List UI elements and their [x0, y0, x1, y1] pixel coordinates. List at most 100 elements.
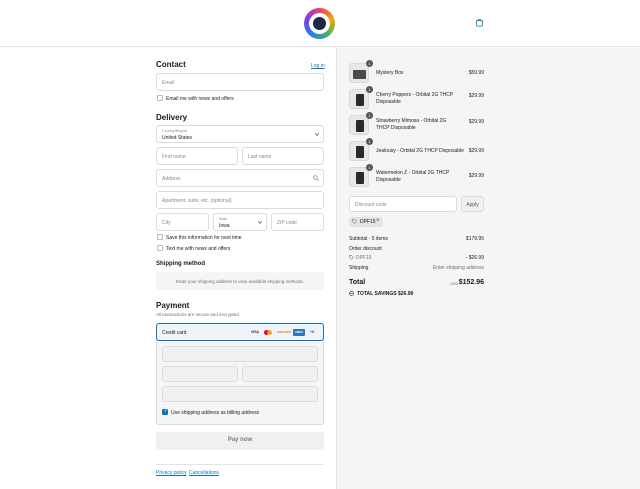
pay-now-button[interactable]: Pay now — [156, 432, 324, 450]
billing-checkbox[interactable]: ✓ — [162, 408, 169, 415]
savings-tag-icon — [349, 291, 354, 296]
zip-field[interactable]: ZIP code — [271, 213, 324, 231]
discount-code-field[interactable]: Discount code — [349, 196, 457, 212]
save-info-checkbox[interactable] — [157, 234, 163, 240]
total-value: $152.96 — [458, 279, 484, 286]
checkmark-icon: ✓ — [163, 408, 169, 414]
text-offers-checkbox[interactable] — [157, 245, 163, 251]
subtotal-label: Subtotal · 5 items — [349, 236, 388, 242]
remove-discount-icon[interactable]: × — [376, 218, 380, 224]
apply-label: Apply — [466, 202, 479, 208]
visa-icon: VISA — [250, 330, 260, 334]
name-on-card-field[interactable] — [162, 386, 318, 402]
quantity-badge: 1 — [366, 138, 373, 145]
security-code-field[interactable] — [242, 366, 318, 382]
privacy-policy-link[interactable]: Privacy policy — [156, 470, 187, 476]
city-placeholder: City — [162, 220, 171, 226]
expiration-field[interactable] — [162, 366, 238, 382]
amex-icon: AMEX — [293, 329, 305, 336]
product-thumbnail — [349, 115, 369, 135]
item-name: Strawberry Mimosa - Orbital 2G THCP Disp… — [376, 118, 447, 131]
discount-value: - $26.99 — [465, 255, 484, 261]
chip-code: DPF15 — [360, 219, 376, 225]
tag-icon — [352, 219, 357, 224]
shopping-bag-icon[interactable] — [475, 18, 484, 27]
apply-button[interactable]: Apply — [461, 196, 484, 212]
news-checkbox[interactable] — [157, 95, 163, 101]
login-link[interactable]: Log in — [311, 63, 325, 69]
pay-now-label: Pay now — [227, 437, 253, 443]
address-field[interactable]: Address — [156, 169, 324, 187]
tag-icon — [349, 255, 354, 260]
last-name-placeholder: Last name — [248, 154, 272, 160]
shipping-value: Enter shipping address — [432, 265, 484, 271]
apartment-field[interactable]: Apartment, suite, etc. (optional) — [156, 191, 324, 209]
item-name: Cherry Poppers - Orbital 2G THCP Disposa… — [376, 92, 454, 105]
email-placeholder: Email — [162, 80, 175, 86]
payment-method-card: Credit card VISA DISCOVER AMEX +6 ✓ Use … — [156, 323, 324, 425]
card-number-field[interactable] — [162, 346, 318, 362]
email-field[interactable]: Email — [156, 73, 324, 91]
vape-icon — [356, 120, 364, 132]
payment-subtitle: All transactions are secure and encrypte… — [156, 312, 241, 317]
search-icon — [313, 175, 319, 181]
item-price: $59.99 — [468, 70, 484, 76]
state-select[interactable]: State Iowa — [213, 213, 267, 231]
product-thumbnail — [349, 167, 369, 187]
apartment-placeholder: Apartment, suite, etc. (optional) — [162, 198, 232, 204]
savings-value: $26.99 — [398, 291, 414, 297]
discount-placeholder: Discount code — [355, 202, 387, 208]
footer-divider — [156, 464, 324, 465]
savings-label: TOTAL SAVINGS — [357, 291, 397, 297]
shipping-method-heading: Shipping method — [156, 261, 205, 267]
state-value: Iowa — [219, 223, 230, 229]
item-name: Jealousy - Orbital 2G THCP Disposable — [376, 148, 464, 154]
discount-chip: DPF15 × — [349, 217, 383, 227]
shipping-info-box: Enter your shipping address to view avai… — [156, 272, 324, 290]
discount-code-label: DPF15 — [356, 255, 372, 261]
shipping-label: Shipping — [349, 265, 369, 271]
vape-icon — [356, 172, 364, 184]
mastercard-icon — [263, 329, 275, 336]
item-price: $29.99 — [468, 119, 484, 125]
credit-card-option[interactable]: Credit card VISA DISCOVER AMEX +6 — [156, 323, 324, 341]
store-logo[interactable] — [304, 8, 335, 39]
subtotal-value: $179.95 — [465, 236, 484, 242]
text-offers-label: Text me with news and offers — [166, 246, 231, 252]
news-checkbox-label: Email me with news and offers — [166, 96, 234, 102]
product-thumbnail — [349, 89, 369, 109]
state-label: State — [219, 217, 228, 221]
contact-heading: Contact — [156, 60, 186, 69]
save-info-label: Save this information for next time — [166, 235, 242, 241]
vape-icon — [356, 146, 364, 158]
item-price: $29.99 — [468, 93, 484, 99]
payment-heading: Payment — [156, 301, 190, 310]
box-icon — [353, 70, 366, 79]
currency-label: USD — [450, 281, 459, 286]
chevron-down-icon — [258, 221, 262, 224]
delivery-heading: Delivery — [156, 113, 188, 122]
discover-icon: DISCOVER — [277, 331, 291, 334]
cancellations-link[interactable]: Cancellations — [189, 470, 219, 476]
city-field[interactable]: City — [156, 213, 209, 231]
billing-label: Use shipping address as billing address — [171, 410, 260, 416]
logo-core — [313, 17, 326, 30]
credit-card-label: Credit card — [162, 330, 187, 336]
order-discount-label: Order discount — [349, 246, 382, 252]
item-name: Watermelon Z - Orbital 2G THCP Disposabl… — [376, 170, 450, 183]
shipping-info-text: Enter your shipping address to view avai… — [175, 279, 305, 284]
page-header — [0, 0, 640, 47]
quantity-badge: 1 — [366, 86, 373, 93]
item-price: $29.99 — [468, 148, 484, 154]
quantity-badge: 1 — [366, 112, 373, 119]
country-value: United States — [162, 135, 193, 141]
country-label: Country/Region — [162, 129, 187, 133]
logo-ring — [309, 13, 330, 34]
item-price: $29.99 — [468, 173, 484, 179]
zip-placeholder: ZIP code — [277, 220, 297, 226]
total-label: Total — [349, 279, 366, 286]
country-select[interactable]: Country/Region United States — [156, 125, 324, 143]
last-name-field[interactable]: Last name — [242, 147, 324, 165]
product-thumbnail — [349, 63, 369, 83]
first-name-field[interactable]: First name — [156, 147, 238, 165]
